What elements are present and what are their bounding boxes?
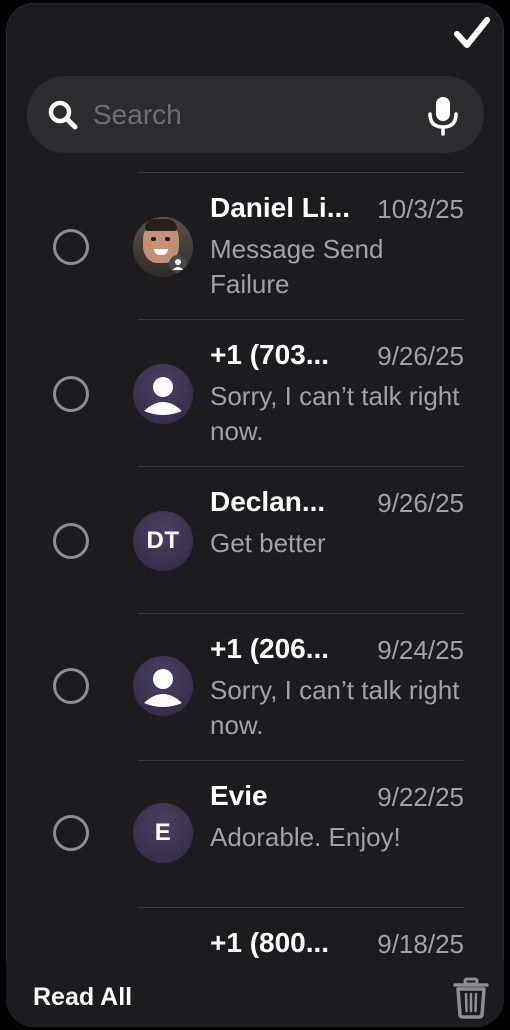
- message-date: 9/26/25: [377, 488, 464, 518]
- person-icon: [144, 377, 182, 415]
- row-divider: [138, 466, 464, 467]
- row-divider: [138, 172, 464, 173]
- message-date: 9/22/25: [377, 782, 464, 812]
- message-preview: Sorry, I can’t talk right now.: [210, 381, 460, 446]
- bottom-toolbar: Read All: [6, 961, 504, 1027]
- row-divider: [138, 613, 464, 614]
- message-selection-panel: Daniel Li... 10/3/25 Message Send Failur…: [6, 3, 504, 1027]
- conversation-row[interactable]: E Evie 9/22/25 Adorable. Enjoy!: [6, 760, 504, 907]
- message-preview: Get better: [210, 528, 326, 558]
- row-divider: [138, 319, 464, 320]
- contact-name: Daniel Li...: [210, 192, 351, 223]
- search-bar: [27, 76, 484, 153]
- conversation-row[interactable]: +1 (703... 9/26/25 Sorry, I can’t talk r…: [6, 319, 504, 466]
- avatar: [133, 364, 193, 424]
- avatar: [133, 656, 193, 716]
- search-icon: [48, 100, 78, 130]
- row-divider: [138, 907, 464, 908]
- message-date: 9/24/25: [377, 635, 464, 665]
- select-radio[interactable]: [53, 668, 89, 704]
- avatar: DT: [133, 511, 193, 571]
- done-button[interactable]: [452, 13, 492, 53]
- trash-icon[interactable]: [452, 977, 490, 1019]
- select-radio[interactable]: [53, 815, 89, 851]
- avatar-initials: DT: [146, 527, 180, 554]
- select-radio[interactable]: [53, 229, 89, 265]
- conversation-list: Daniel Li... 10/3/25 Message Send Failur…: [6, 172, 504, 1027]
- read-all-button[interactable]: Read All: [33, 983, 132, 1012]
- contact-badge-icon: [169, 255, 187, 273]
- avatar-initials: E: [154, 819, 172, 846]
- contact-name: Evie: [210, 780, 268, 811]
- conversation-row[interactable]: Daniel Li... 10/3/25 Message Send Failur…: [6, 172, 504, 319]
- message-preview: Sorry, I can’t talk right now.: [210, 675, 460, 740]
- message-date: 9/26/25: [377, 341, 464, 371]
- select-radio[interactable]: [53, 376, 89, 412]
- person-icon: [144, 669, 182, 707]
- contact-name: +1 (703...: [210, 339, 330, 370]
- contact-name: Declan...: [210, 486, 326, 517]
- avatar: [133, 217, 193, 277]
- contact-name: +1 (800...: [210, 927, 330, 958]
- conversation-row[interactable]: DT Declan... 9/26/25 Get better: [6, 466, 504, 613]
- message-date: 10/3/25: [377, 194, 464, 224]
- avatar: E: [133, 803, 193, 863]
- microphone-icon[interactable]: [426, 96, 460, 136]
- message-preview: Message Send Failure: [210, 234, 384, 299]
- checkmark-icon: [454, 17, 490, 48]
- row-divider: [138, 760, 464, 761]
- message-preview: Adorable. Enjoy!: [210, 822, 401, 852]
- conversation-row[interactable]: +1 (206... 9/24/25 Sorry, I can’t talk r…: [6, 613, 504, 760]
- search-input[interactable]: [91, 92, 415, 138]
- message-date: 9/18/25: [377, 929, 464, 959]
- select-radio[interactable]: [53, 523, 89, 559]
- contact-name: +1 (206...: [210, 633, 330, 664]
